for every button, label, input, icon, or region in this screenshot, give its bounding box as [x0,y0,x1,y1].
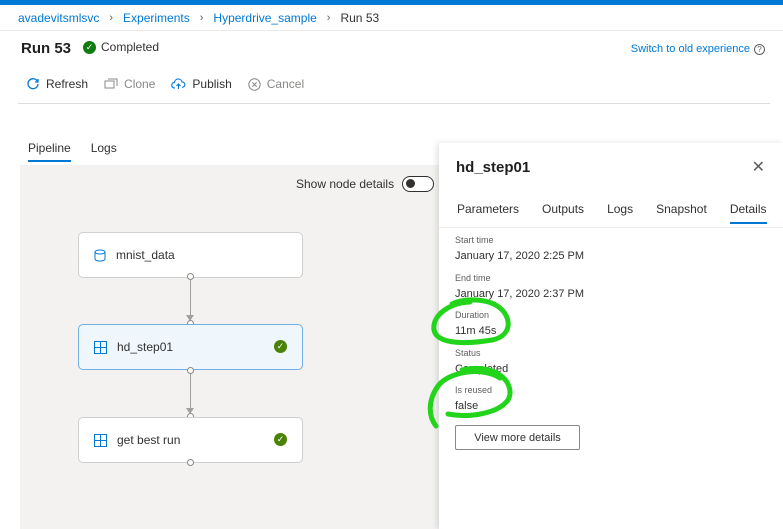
show-node-details: Show node details [296,176,435,192]
tab-logs[interactable]: Logs [607,202,633,224]
status-text: Completed [101,40,160,54]
duration-label: Duration [455,310,490,320]
pipeline-node-hd-step01[interactable]: hd_step01 ✓ [78,324,303,370]
output-port[interactable] [187,273,194,280]
breadcrumb-experiment[interactable]: Hyperdrive_sample [213,11,316,25]
check-circle-icon: ✓ [274,433,287,446]
status-label: Status [455,348,481,358]
clone-icon [104,78,118,89]
node-label: mnist_data [116,248,175,262]
refresh-button[interactable]: Refresh [26,77,88,91]
node-label: get best run [117,433,181,447]
node-label: hd_step01 [117,340,174,354]
clone-label: Clone [124,77,156,91]
view-more-details-label: View more details [474,431,561,444]
refresh-icon [27,78,39,90]
cancel-label: Cancel [266,77,305,91]
status-value: Completed [455,363,509,375]
publish-button[interactable]: Publish [171,77,232,91]
node-details-panel: hd_step01 ✕ Parameters Outputs Logs Snap… [439,143,783,529]
publish-label: Publish [192,77,232,91]
panel-title: hd_step01 [456,159,531,176]
end-time-value: January 17, 2020 2:37 PM [455,288,585,300]
chevron-right-icon: › [109,12,114,24]
switch-experience-label[interactable]: Switch to old experience [631,43,750,55]
close-icon[interactable]: ✕ [752,157,765,177]
switch-experience-link[interactable]: Switch to old experience ? [631,43,765,55]
is-reused-label: Is reused [455,385,493,395]
check-circle-icon: ✓ [83,40,96,54]
start-time-label: Start time [455,235,494,245]
toolbar-divider [18,103,770,104]
tab-snapshot[interactable]: Snapshot [656,202,707,224]
breadcrumb-workspace[interactable]: avadevitsmlsvc [18,11,99,25]
pipeline-node-get-best-run[interactable]: get best run ✓ [78,417,303,463]
main-tabs: Pipeline Logs [28,141,137,162]
start-time-value: January 17, 2020 2:25 PM [455,250,585,262]
cloud-upload-icon [171,78,186,89]
chevron-right-icon: › [326,12,331,24]
breadcrumb-experiments[interactable]: Experiments [123,11,190,25]
chevron-right-icon: › [199,12,204,24]
module-icon [94,433,107,447]
refresh-label: Refresh [46,77,89,91]
end-time-label: End time [455,273,491,283]
tab-details[interactable]: Details [729,202,767,224]
toolbar: Refresh Clone Publish Cancel [26,77,320,91]
toggle-knob [406,179,416,188]
pipeline-edge [190,276,191,318]
duration-value: 11m 45s [455,325,497,337]
clone-button[interactable]: Clone [104,77,155,91]
show-node-details-toggle[interactable] [402,176,435,192]
view-more-details-button[interactable]: View more details [455,425,580,450]
tab-parameters[interactable]: Parameters [457,202,519,224]
is-reused-value: false [455,400,479,412]
module-icon [94,340,107,354]
panel-tabs-divider [439,227,783,228]
pipeline-edge [190,370,191,410]
tab-logs[interactable]: Logs [91,141,117,162]
breadcrumb-run: Run 53 [340,11,380,25]
tab-pipeline[interactable]: Pipeline [28,141,71,162]
check-circle-icon: ✓ [274,340,287,353]
page-title: Run 53 [21,40,72,57]
output-port[interactable] [187,367,194,374]
output-port[interactable] [187,459,194,466]
show-node-details-label: Show node details [296,177,395,191]
run-status: ✓ Completed [83,40,159,54]
top-accent-bar [0,0,783,5]
cancel-button[interactable]: Cancel [248,77,304,91]
panel-tabs: Parameters Outputs Logs Snapshot Details [457,202,783,224]
breadcrumb: avadevitsmlsvc › Experiments › Hyperdriv… [18,11,379,25]
header-divider [0,30,783,31]
tab-outputs[interactable]: Outputs [542,202,584,224]
cancel-icon [248,77,261,91]
dataset-icon [94,249,106,262]
help-icon[interactable]: ? [754,43,765,55]
pipeline-node-mnist-data[interactable]: mnist_data [78,232,303,278]
